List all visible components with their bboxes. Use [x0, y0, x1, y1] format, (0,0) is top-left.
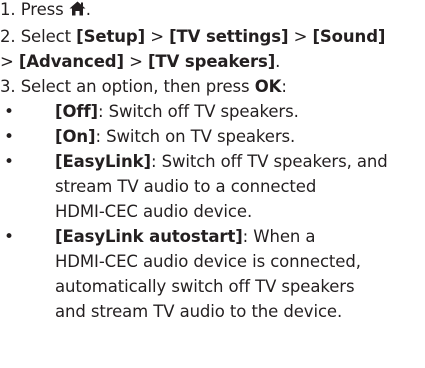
option-off: [Off]: Switch off TV speakers. — [55, 102, 299, 122]
option-label: [EasyLink autostart] — [55, 227, 243, 246]
menu-setup: [Setup] — [76, 27, 146, 46]
option-on: [On]: Switch on TV speakers. — [55, 127, 295, 147]
step-3: 3. Select an option, then press OK: — [0, 77, 287, 97]
option-description-line: HDMI-CEC audio device. — [55, 202, 253, 221]
step-1-text: 1. Press — [0, 0, 64, 19]
option-description: : Switch off TV speakers, and — [150, 152, 388, 171]
option-description: : Switch off TV speakers. — [97, 102, 299, 121]
option-description: : When a — [242, 227, 316, 246]
step-2: 2. Select [Setup] > [TV settings] > [Sou… — [0, 27, 385, 47]
ok-key: OK — [254, 77, 282, 96]
bullet: • — [4, 102, 15, 122]
step-2-end: . — [275, 52, 281, 71]
option-easylink: [EasyLink]: Switch off TV speakers, and — [55, 152, 388, 172]
option-description-line: and stream TV audio to the device. — [55, 302, 343, 321]
separator: > — [288, 27, 313, 46]
bullet: • — [4, 227, 15, 247]
option-description-line: HDMI-CEC audio device is connected, — [55, 252, 361, 271]
menu-tv-settings: [TV settings] — [169, 27, 289, 46]
option-easylink-autostart: [EasyLink autostart]: When a — [55, 227, 316, 247]
step-1-end: . — [85, 0, 91, 19]
separator: > — [145, 27, 170, 46]
menu-advanced: [Advanced] — [18, 52, 124, 71]
menu-tv-speakers: [TV speakers] — [147, 52, 276, 71]
step-3-text: 3. Select an option, then press — [0, 77, 255, 96]
bullet: • — [4, 152, 15, 172]
step-2-text: 2. Select — [0, 27, 77, 46]
option-label: [Off] — [55, 102, 98, 121]
separator: > — [123, 52, 148, 71]
step-2-continued: > [Advanced] > [TV speakers]. — [0, 52, 280, 72]
separator: > — [0, 52, 19, 71]
home-icon — [69, 1, 86, 16]
step-3-colon: : — [281, 77, 287, 96]
step-1: 1. Press . — [0, 0, 91, 20]
bullet: • — [4, 127, 15, 147]
menu-sound: [Sound] — [312, 27, 386, 46]
option-description-line: automatically switch off TV speakers — [55, 277, 355, 296]
option-label: [On] — [55, 127, 96, 146]
option-description: : Switch on TV speakers. — [95, 127, 296, 146]
option-description-line: stream TV audio to a connected — [55, 177, 317, 196]
option-label: [EasyLink] — [55, 152, 151, 171]
